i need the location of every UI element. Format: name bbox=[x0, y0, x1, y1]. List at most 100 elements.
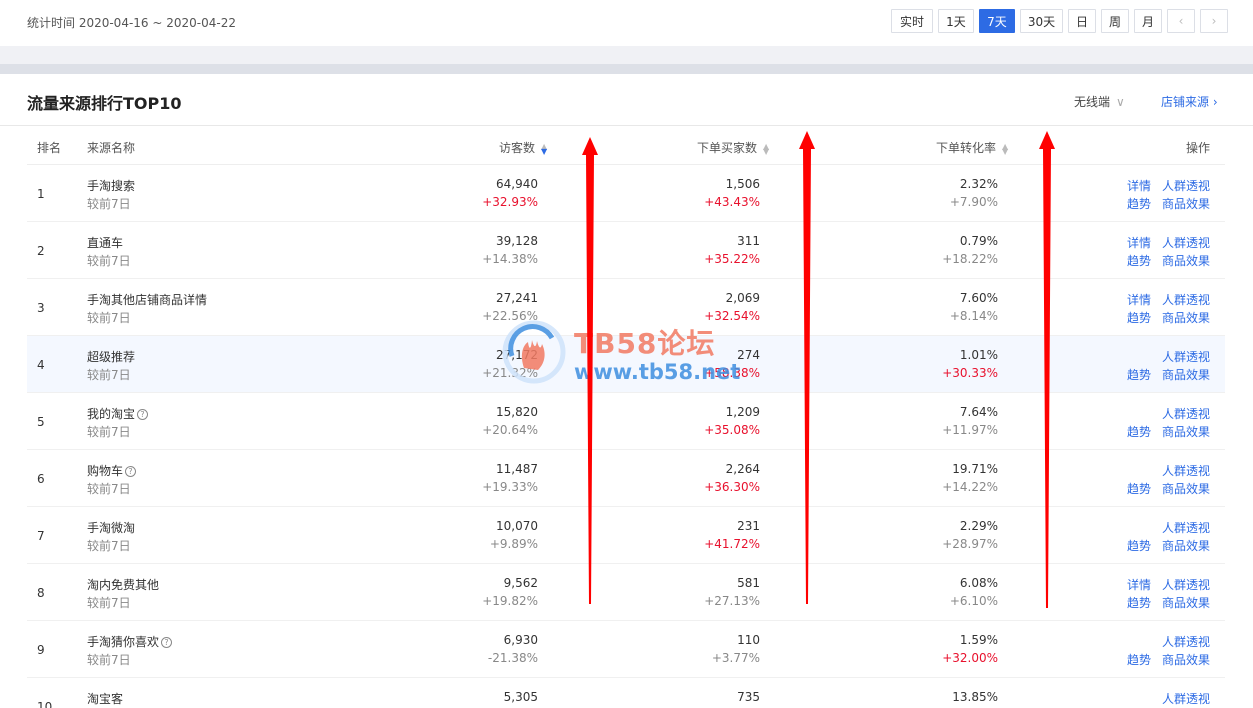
buyers-value: 311 bbox=[737, 234, 760, 248]
trend-link[interactable]: 趋势 bbox=[1127, 366, 1151, 383]
conversion-value: 7.64% bbox=[959, 405, 998, 419]
range-30day-button[interactable]: 30天 bbox=[1020, 9, 1063, 33]
rank-cell: 3 bbox=[37, 301, 45, 315]
crowd-link[interactable]: 人群透视 bbox=[1162, 519, 1210, 536]
compare-label: 较前7日 bbox=[87, 311, 131, 325]
buyers-value: 1,209 bbox=[725, 405, 760, 419]
source-name-label: 淘内免费其他 bbox=[87, 578, 160, 592]
table-row: 1 手淘搜索 较前7日 64,940 +32.93% 1,506 +43.43% 2.32% +… bbox=[27, 165, 1225, 222]
top-bar: 统计时间 2020-04-16 ~ 2020-04-22 实时 1天 7天 30… bbox=[0, 0, 1253, 46]
crowd-link[interactable]: 人群透视 bbox=[1162, 405, 1210, 422]
visitors-delta: +19.33% bbox=[482, 480, 538, 494]
visitors-delta: +32.93% bbox=[482, 195, 538, 209]
detail-link[interactable]: 详情 bbox=[1127, 234, 1151, 251]
visitors-value: 27,241 bbox=[496, 291, 538, 305]
product-effect-link[interactable]: 商品效果 bbox=[1162, 366, 1210, 383]
product-effect-link[interactable]: 商品效果 bbox=[1162, 252, 1210, 269]
visitors-value: 15,820 bbox=[496, 405, 538, 419]
product-effect-link[interactable]: 商品效果 bbox=[1162, 480, 1210, 497]
compare-label: 较前7日 bbox=[87, 482, 131, 496]
product-effect-link[interactable]: 商品效果 bbox=[1162, 195, 1210, 212]
detail-link[interactable]: 详情 bbox=[1127, 291, 1151, 308]
next-period-button[interactable]: › bbox=[1200, 9, 1228, 33]
header-visitors[interactable]: 访客数 ▲ ▼ bbox=[499, 139, 549, 156]
header-conversion[interactable]: 下单转化率 ▲ ▼ bbox=[936, 139, 1010, 156]
header-buyers[interactable]: 下单买家数 ▲ ▼ bbox=[697, 139, 771, 156]
rank-cell: 6 bbox=[37, 472, 45, 486]
crowd-link[interactable]: 人群透视 bbox=[1162, 633, 1210, 650]
crowd-link[interactable]: 人群透视 bbox=[1162, 462, 1210, 479]
help-icon[interactable]: ? bbox=[161, 637, 173, 648]
buyers-value: 2,069 bbox=[725, 291, 760, 305]
watermark-logo-icon bbox=[502, 320, 566, 384]
range-1day-button[interactable]: 1天 bbox=[938, 9, 974, 33]
help-icon[interactable]: ? bbox=[125, 466, 137, 477]
crowd-link[interactable]: 人群透视 bbox=[1162, 690, 1210, 707]
conversion-value: 6.08% bbox=[959, 576, 998, 590]
range-realtime-button[interactable]: 实时 bbox=[891, 9, 933, 33]
chevron-right-icon: › bbox=[1212, 95, 1218, 109]
range-month-button[interactable]: 月 bbox=[1134, 9, 1162, 33]
rank-cell: 9 bbox=[37, 643, 45, 657]
source-name: 手淘猜你喜欢? bbox=[87, 633, 173, 650]
compare-label: 较前7日 bbox=[87, 254, 131, 268]
crowd-link[interactable]: 人群透视 bbox=[1162, 177, 1210, 194]
conversion-value: 2.32% bbox=[959, 177, 998, 191]
product-effect-link[interactable]: 商品效果 bbox=[1162, 537, 1210, 554]
header-visitors-label: 访客数 bbox=[499, 141, 536, 155]
range-week-button[interactable]: 周 bbox=[1101, 9, 1129, 33]
product-effect-link[interactable]: 商品效果 bbox=[1162, 594, 1210, 611]
conversion-value: 7.60% bbox=[959, 291, 998, 305]
range-7day-button[interactable]: 7天 bbox=[979, 9, 1015, 33]
visitors-value: 39,128 bbox=[496, 234, 538, 248]
rank-cell: 7 bbox=[37, 529, 45, 543]
crowd-link[interactable]: 人群透视 bbox=[1162, 234, 1210, 251]
visitors-delta: -21.38% bbox=[487, 651, 538, 665]
rank-cell: 5 bbox=[37, 415, 45, 429]
header-conversion-label: 下单转化率 bbox=[936, 141, 997, 155]
source-name: 淘宝客 bbox=[87, 690, 123, 707]
product-effect-link[interactable]: 商品效果 bbox=[1162, 651, 1210, 668]
trend-link[interactable]: 趋势 bbox=[1127, 252, 1151, 269]
trend-link[interactable]: 趋势 bbox=[1127, 594, 1151, 611]
product-effect-link[interactable]: 商品效果 bbox=[1162, 309, 1210, 326]
trend-link[interactable]: 趋势 bbox=[1127, 195, 1151, 212]
sort-icon: ▲ ▼ bbox=[763, 141, 770, 156]
crowd-link[interactable]: 人群透视 bbox=[1162, 348, 1210, 365]
watermark-title: TB58论坛 bbox=[574, 327, 716, 360]
conversion-delta: +7.90% bbox=[949, 195, 998, 209]
crowd-link[interactable]: 人群透视 bbox=[1162, 576, 1210, 593]
help-icon[interactable]: ? bbox=[137, 409, 149, 420]
table-row: 6 购物车? 较前7日 11,487 +19.33% 2,264 +36.30% 19.71%… bbox=[27, 450, 1225, 507]
crowd-link[interactable]: 人群透视 bbox=[1162, 291, 1210, 308]
prev-period-button[interactable]: ‹ bbox=[1167, 9, 1195, 33]
visitors-value: 11,487 bbox=[496, 462, 538, 476]
range-day-button[interactable]: 日 bbox=[1068, 9, 1096, 33]
visitors-value: 10,070 bbox=[496, 519, 538, 533]
device-select[interactable]: 无线端 ∨ bbox=[1074, 93, 1125, 110]
buyers-delta: +35.22% bbox=[704, 252, 760, 266]
compare-label: 较前7日 bbox=[87, 539, 131, 553]
table-row: 2 直通车 较前7日 39,128 +14.38% 311 +35.22% 0.79% +18.… bbox=[27, 222, 1225, 279]
trend-link[interactable]: 趋势 bbox=[1127, 423, 1151, 440]
detail-link[interactable]: 详情 bbox=[1127, 177, 1151, 194]
source-name: 手淘搜索 bbox=[87, 177, 135, 194]
shop-source-link[interactable]: 店铺来源 › bbox=[1161, 93, 1218, 110]
trend-link[interactable]: 趋势 bbox=[1127, 309, 1151, 326]
rank-cell: 4 bbox=[37, 358, 45, 372]
product-effect-link[interactable]: 商品效果 bbox=[1162, 423, 1210, 440]
sort-icon: ▲ ▼ bbox=[541, 141, 548, 156]
trend-link[interactable]: 趋势 bbox=[1127, 537, 1151, 554]
source-name-label: 直通车 bbox=[87, 236, 124, 250]
visitors-value: 5,305 bbox=[503, 690, 538, 704]
trend-link[interactable]: 趋势 bbox=[1127, 480, 1151, 497]
buyers-value: 1,506 bbox=[725, 177, 760, 191]
stat-time: 统计时间 2020-04-16 ~ 2020-04-22 bbox=[27, 16, 236, 30]
header-buyers-label: 下单买家数 bbox=[697, 141, 758, 155]
conversion-value: 2.29% bbox=[959, 519, 998, 533]
detail-link[interactable]: 详情 bbox=[1127, 576, 1151, 593]
trend-link[interactable]: 趋势 bbox=[1127, 651, 1151, 668]
buyers-value: 110 bbox=[737, 633, 760, 647]
source-name-label: 手淘其他店铺商品详情 bbox=[87, 293, 208, 307]
rank-cell: 8 bbox=[37, 586, 45, 600]
